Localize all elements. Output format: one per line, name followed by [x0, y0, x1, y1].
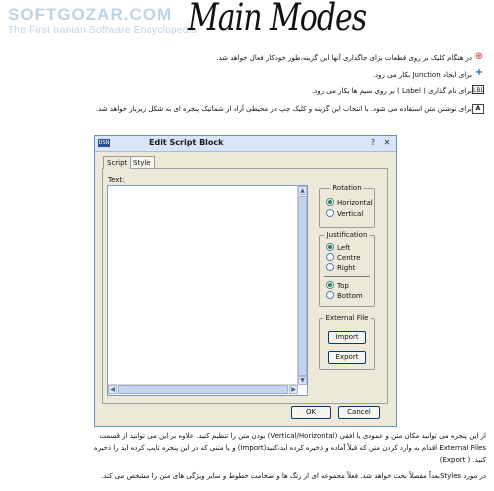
radio-right[interactable]	[326, 263, 334, 271]
rotation-group: Rotation Horizontal Vertical	[319, 184, 375, 228]
rotation-title: Rotation	[330, 184, 364, 192]
close-icon[interactable]: ✕	[382, 138, 392, 148]
text-label: Text:	[108, 176, 125, 184]
dialog-title: Edit Script Block	[149, 138, 224, 147]
help-icon[interactable]: ?	[368, 138, 378, 148]
cancel-button[interactable]: Cancel	[338, 406, 380, 419]
rotation-horizontal-option[interactable]: Horizontal	[326, 198, 373, 208]
radio-left[interactable]	[326, 243, 334, 251]
ok-button[interactable]: OK	[291, 406, 331, 419]
label-bottom: Bottom	[337, 292, 363, 300]
script-text-area[interactable]: ▲ ▼ ◀ ▶	[107, 185, 308, 396]
bullet-line-1: در هنگام کلیک بر روی قطعات بزای جاگذاری …	[216, 54, 472, 62]
label-vertical: Vertical	[337, 210, 364, 218]
rotation-vertical-option[interactable]: Vertical	[326, 209, 364, 219]
external-file-title: External File	[323, 314, 371, 322]
import-button[interactable]: Import	[328, 331, 366, 344]
label-top: Top	[337, 282, 349, 290]
label-icon: LBL	[472, 85, 484, 94]
horizontal-scroll-thumb[interactable]	[118, 385, 288, 394]
tab-script[interactable]: Script	[103, 156, 132, 169]
justify-right-option[interactable]: Right	[326, 263, 356, 273]
radio-top[interactable]	[326, 281, 334, 289]
external-file-group: External File Import Export	[319, 314, 375, 370]
label-right: Right	[337, 264, 356, 272]
bullet-line-2: برای ایجاد Junction بکار می رود.	[372, 71, 472, 79]
radio-horizontal[interactable]	[326, 198, 334, 206]
justify-bottom-option[interactable]: Bottom	[326, 291, 363, 301]
split-icon: ⊕	[474, 51, 484, 62]
justification-group: Justification Left Centre Right Top Bott…	[319, 231, 375, 307]
page-title: Main Modes	[188, 0, 367, 40]
vertical-scroll-thumb[interactable]	[298, 196, 307, 376]
scroll-left-icon[interactable]: ◀	[108, 385, 117, 394]
justification-title: Justification	[324, 231, 370, 239]
paragraph-line-4: در مورد Stylesبعداً مفصلاً بحث خواهد شد.…	[101, 472, 486, 480]
label-left: Left	[337, 244, 351, 252]
watermark-main: SOFTGOZAR.COM	[8, 5, 173, 24]
radio-centre[interactable]	[326, 253, 334, 261]
radio-vertical[interactable]	[326, 209, 334, 217]
label-horizontal: Horizontal	[337, 199, 373, 207]
paragraph-line-3: کنید. ( Export)	[439, 456, 486, 464]
horizontal-scrollbar[interactable]: ◀ ▶	[108, 384, 298, 395]
text-icon: A	[472, 104, 484, 114]
bullet-line-4: برای نوشتن متن استفاده می شود. با انتخاب…	[95, 105, 472, 113]
scroll-right-icon[interactable]: ▶	[289, 385, 298, 394]
justify-centre-option[interactable]: Centre	[326, 253, 361, 263]
vertical-scrollbar[interactable]: ▲ ▼	[297, 186, 307, 385]
watermark-sub: The First Iranian Software Encyclopedia	[8, 25, 198, 36]
dialog-titlebar[interactable]: DSN Edit Script Block ? ✕	[95, 136, 396, 152]
watermark-logo: SOFTGOZAR.COM The First Iranian Software…	[8, 6, 208, 46]
justify-left-option[interactable]: Left	[326, 243, 351, 253]
label-centre: Centre	[337, 254, 361, 262]
export-button[interactable]: Export	[328, 351, 366, 364]
edit-script-block-dialog: DSN Edit Script Block ? ✕ Script Style T…	[94, 135, 397, 427]
scroll-down-icon[interactable]: ▼	[298, 376, 307, 385]
junction-icon: +	[474, 67, 484, 78]
justification-divider	[324, 276, 370, 277]
radio-bottom[interactable]	[326, 291, 334, 299]
paragraph-line-1: از این پنجره می توانید مکان متن و عمودی …	[99, 432, 486, 440]
paragraph-line-2: External Files اقدام به وارد کردن متن که…	[93, 444, 486, 452]
app-icon: DSN	[98, 139, 110, 147]
scroll-up-icon[interactable]: ▲	[298, 186, 307, 195]
bullet-line-3: برای نام گذاری ( Label ) بر روی سیم ها ب…	[311, 87, 472, 95]
justify-top-option[interactable]: Top	[326, 281, 349, 291]
